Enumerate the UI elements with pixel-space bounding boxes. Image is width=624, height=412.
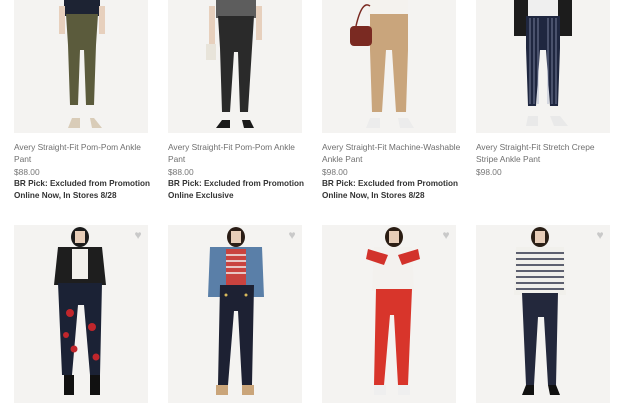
product-grid: Avery Straight-Fit Pom-Pom Ankle Pant $8… xyxy=(0,0,624,412)
product-title[interactable]: Avery Straight-Fit Stretch Crepe Stripe … xyxy=(476,141,616,165)
product-card[interactable]: Avery Straight-Fit Machine-Washable Ankl… xyxy=(322,0,462,202)
product-price: $98.00 xyxy=(322,167,348,177)
product-price: $88.00 xyxy=(168,167,194,177)
product-card[interactable]: ♥ xyxy=(14,225,154,403)
product-card[interactable]: Avery Straight-Fit Pom-Pom Ankle Pant $8… xyxy=(168,0,308,202)
availability-note: Online Exclusive xyxy=(168,191,234,200)
product-price: $88.00 xyxy=(14,167,40,177)
availability-note: Online Now, In Stores 8/28 xyxy=(14,191,117,200)
product-title[interactable]: Avery Straight-Fit Machine-Washable Ankl… xyxy=(322,141,462,165)
product-image[interactable]: ♥ xyxy=(322,225,456,403)
product-card[interactable]: Avery Straight-Fit Stretch Crepe Stripe … xyxy=(476,0,616,178)
product-image[interactable] xyxy=(476,0,610,133)
promo-badge: BR Pick: Excluded from Promotion xyxy=(168,179,305,188)
heart-icon[interactable]: ♥ xyxy=(594,229,606,241)
heart-icon[interactable]: ♥ xyxy=(286,229,298,241)
product-card[interactable]: ♥ xyxy=(476,225,616,403)
product-card[interactable]: Avery Straight-Fit Pom-Pom Ankle Pant $8… xyxy=(14,0,154,202)
product-image[interactable]: ♥ xyxy=(168,225,302,403)
heart-icon[interactable]: ♥ xyxy=(440,229,452,241)
promo-badge: BR Pick: Excluded from Promotion xyxy=(14,179,151,188)
availability-note: Online Now, In Stores 8/28 xyxy=(322,191,425,200)
product-image[interactable]: ♥ xyxy=(14,225,148,403)
promo-badge: BR Pick: Excluded from Promotion xyxy=(322,179,459,188)
product-image[interactable] xyxy=(14,0,148,133)
product-image[interactable] xyxy=(322,0,456,133)
product-price: $98.00 xyxy=(476,167,502,177)
product-image[interactable] xyxy=(168,0,302,133)
product-title[interactable]: Avery Straight-Fit Pom-Pom Ankle Pant xyxy=(168,141,308,165)
product-image[interactable]: ♥ xyxy=(476,225,610,403)
product-title[interactable]: Avery Straight-Fit Pom-Pom Ankle Pant xyxy=(14,141,154,165)
product-card[interactable]: ♥ xyxy=(322,225,462,403)
product-card[interactable]: ♥ xyxy=(168,225,308,403)
heart-icon[interactable]: ♥ xyxy=(132,229,144,241)
